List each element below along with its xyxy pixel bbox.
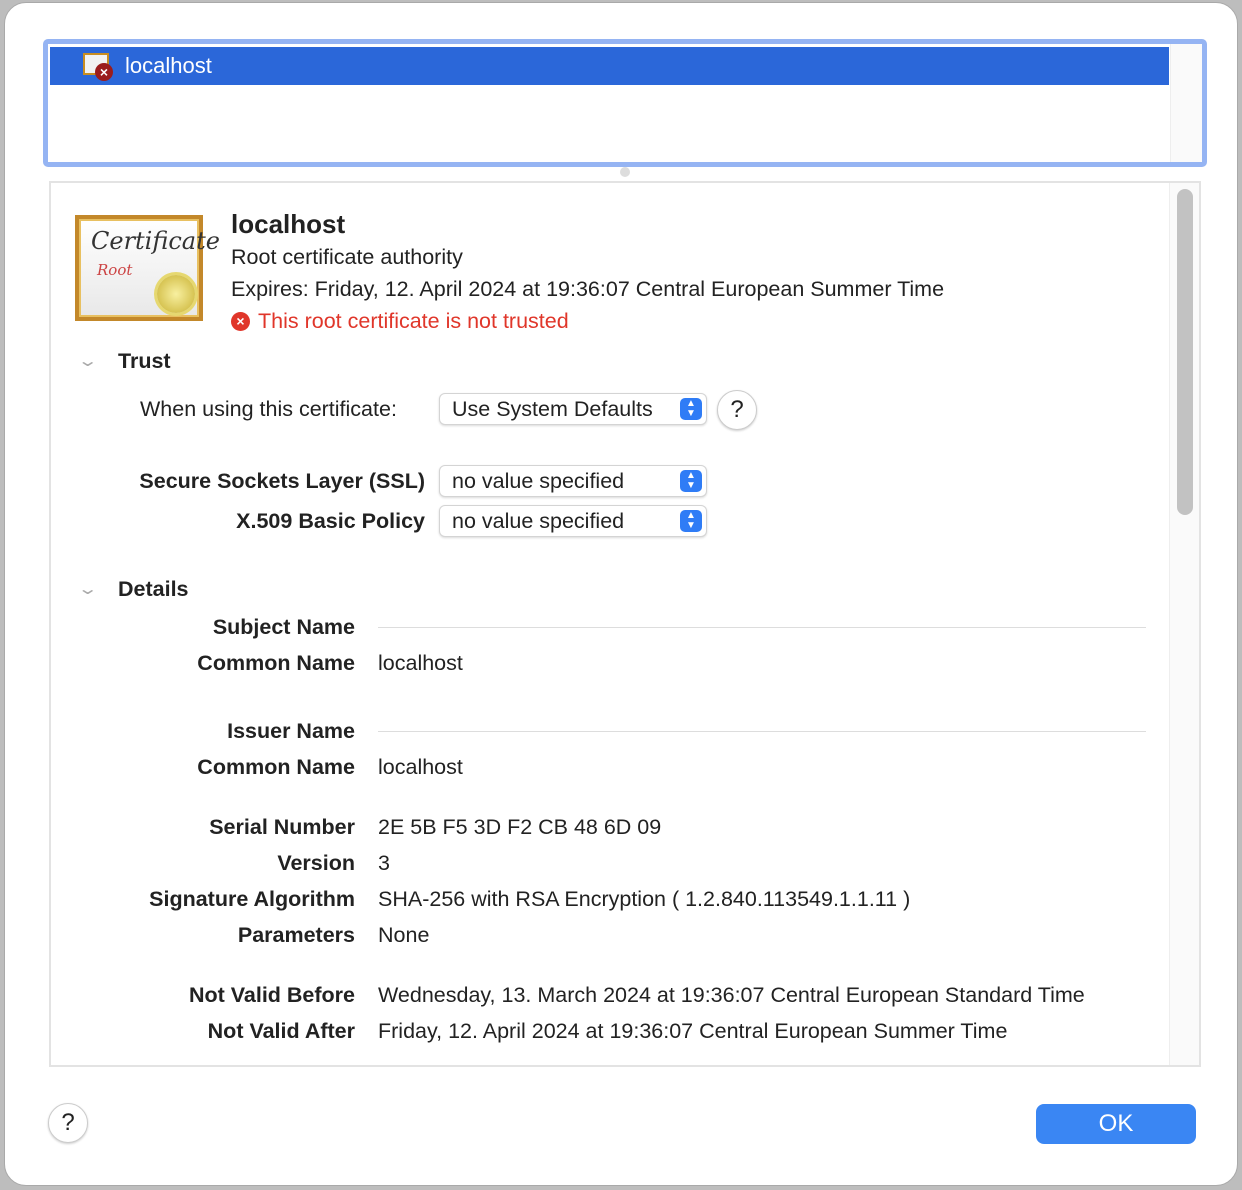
certificate-name: localhost bbox=[231, 209, 346, 239]
subject-cn-label: Common Name bbox=[197, 651, 355, 675]
not-valid-after-label: Not Valid After bbox=[207, 1019, 355, 1043]
parameters-label: Parameters bbox=[237, 923, 355, 947]
signature-algorithm-value: SHA-256 with RSA Encryption ( 1.2.840.11… bbox=[378, 887, 911, 911]
certificate-details-panel: Certificate Root localhost Root certifica… bbox=[49, 181, 1201, 1067]
version-label: Version bbox=[277, 851, 355, 875]
certificate-expires: Expires: Friday, 12. April 2024 at 19:36… bbox=[231, 277, 945, 301]
ok-button[interactable]: OK bbox=[1036, 1104, 1196, 1144]
subject-name-heading: Subject Name bbox=[212, 615, 355, 639]
details-disclosure-chevron-icon[interactable]: ⌄ bbox=[77, 579, 98, 599]
trust-help-button[interactable]: ? bbox=[717, 390, 757, 430]
updown-chevron-icon: ▲ ▼ bbox=[680, 398, 702, 420]
parameters-value: None bbox=[378, 923, 430, 947]
error-icon: × bbox=[231, 312, 250, 331]
version-value: 3 bbox=[378, 851, 390, 875]
list-item-localhost[interactable]: × localhost bbox=[50, 47, 1169, 85]
not-valid-before-label: Not Valid Before bbox=[188, 983, 355, 1007]
updown-chevron-icon: ▲ ▼ bbox=[680, 510, 702, 532]
not-valid-before-value: Wednesday, 13. March 2024 at 19:36:07 Ce… bbox=[378, 983, 1085, 1007]
list-scrollbar[interactable] bbox=[1170, 44, 1202, 162]
untrusted-certificate-icon: × bbox=[83, 53, 113, 81]
when-using-label: When using this certificate: bbox=[140, 397, 397, 421]
serial-number-label: Serial Number bbox=[209, 815, 355, 839]
scrollbar-thumb[interactable] bbox=[1177, 189, 1193, 515]
x509-label: X.509 Basic Policy bbox=[236, 509, 425, 533]
help-button[interactable]: ? bbox=[48, 1103, 88, 1143]
ssl-label: Secure Sockets Layer (SSL) bbox=[139, 469, 425, 493]
certificate-icon: Certificate Root bbox=[75, 215, 220, 321]
ssl-popup[interactable]: no value specified ▲ ▼ bbox=[439, 465, 707, 497]
certificate-dialog: × localhost Certificate Root localhost Ro… bbox=[4, 2, 1238, 1186]
issuer-cn-label: Common Name bbox=[197, 755, 355, 779]
trust-disclosure-chevron-icon[interactable]: ⌄ bbox=[77, 351, 98, 371]
when-using-popup[interactable]: Use System Defaults ▲ ▼ bbox=[439, 393, 707, 425]
list-item-label: localhost bbox=[125, 53, 212, 78]
x509-popup[interactable]: no value specified ▲ ▼ bbox=[439, 505, 707, 537]
subject-cn-value: localhost bbox=[378, 651, 463, 675]
issuer-name-heading: Issuer Name bbox=[227, 719, 355, 743]
details-heading[interactable]: Details bbox=[118, 577, 189, 602]
divider bbox=[378, 731, 1146, 732]
trust-heading[interactable]: Trust bbox=[118, 349, 171, 374]
certificate-list[interactable]: × localhost bbox=[43, 39, 1207, 167]
details-scrollbar[interactable] bbox=[1169, 183, 1199, 1065]
certificate-kind: Root certificate authority bbox=[231, 245, 463, 269]
trust-status: × This root certificate is not trusted bbox=[231, 309, 569, 334]
not-valid-after-value: Friday, 12. April 2024 at 19:36:07 Centr… bbox=[378, 1019, 1008, 1043]
serial-number-value: 2E 5B F5 3D F2 CB 48 6D 09 bbox=[378, 815, 662, 839]
updown-chevron-icon: ▲ ▼ bbox=[680, 470, 702, 492]
signature-algorithm-label: Signature Algorithm bbox=[149, 887, 355, 911]
issuer-cn-value: localhost bbox=[378, 755, 463, 779]
split-handle[interactable] bbox=[620, 167, 630, 177]
divider bbox=[378, 627, 1146, 628]
